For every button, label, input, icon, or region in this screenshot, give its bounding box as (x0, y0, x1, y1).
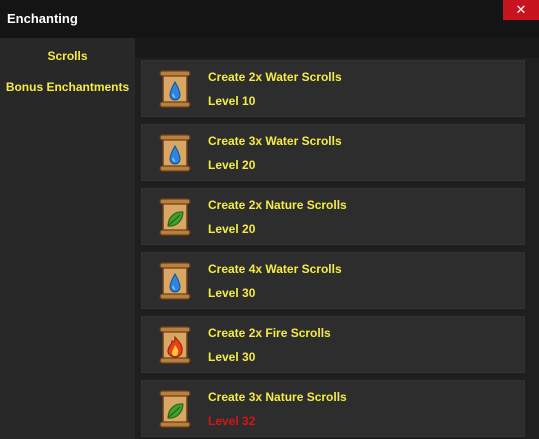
recipe-level: Level 10 (208, 94, 256, 108)
recipe-level: Level 20 (208, 222, 256, 236)
recipe-name: Create 4x Water Scrolls (208, 262, 342, 276)
recipe-level: Level 20 (208, 158, 256, 172)
list-header-shade (135, 38, 539, 58)
recipe-card[interactable]: Create 4x Water Scrolls Level 30 (141, 252, 525, 309)
recipe-level: Level 30 (208, 350, 256, 364)
recipe-card[interactable]: Create 3x Nature Scrolls Level 32 (141, 380, 525, 437)
recipe-level: Level 30 (208, 286, 256, 300)
recipe-list[interactable]: Create 2x Water Scrolls Level 10 Create … (135, 38, 539, 439)
recipe-level: Level 32 (208, 414, 256, 428)
recipe-name: Create 2x Water Scrolls (208, 70, 342, 84)
recipe-name: Create 3x Nature Scrolls (208, 390, 347, 404)
close-icon: ✕ (515, 2, 527, 17)
fire-scroll-icon (158, 326, 192, 364)
recipe-name: Create 2x Fire Scrolls (208, 326, 331, 340)
recipe-name: Create 2x Nature Scrolls (208, 198, 347, 212)
sidebar-item-bonus-enchantments[interactable]: Bonus Enchantments (0, 80, 135, 94)
recipe-name: Create 3x Water Scrolls (208, 134, 342, 148)
recipe-card[interactable]: Create 2x Nature Scrolls Level 20 (141, 188, 525, 245)
window-title: Enchanting (7, 11, 78, 26)
water-scroll-icon (158, 70, 192, 108)
recipe-card[interactable]: Create 2x Fire Scrolls Level 30 (141, 316, 525, 373)
sidebar: Scrolls Bonus Enchantments (0, 38, 135, 439)
title-bar: Enchanting ✕ (0, 0, 539, 38)
recipe-card[interactable]: Create 3x Water Scrolls Level 20 (141, 124, 525, 181)
close-button[interactable]: ✕ (503, 0, 539, 20)
recipe-card[interactable]: Create 2x Water Scrolls Level 10 (141, 60, 525, 117)
nature-scroll-icon (158, 390, 192, 428)
water-scroll-icon (158, 134, 192, 172)
sidebar-item-scrolls[interactable]: Scrolls (0, 49, 135, 63)
nature-scroll-icon (158, 198, 192, 236)
water-scroll-icon (158, 262, 192, 300)
